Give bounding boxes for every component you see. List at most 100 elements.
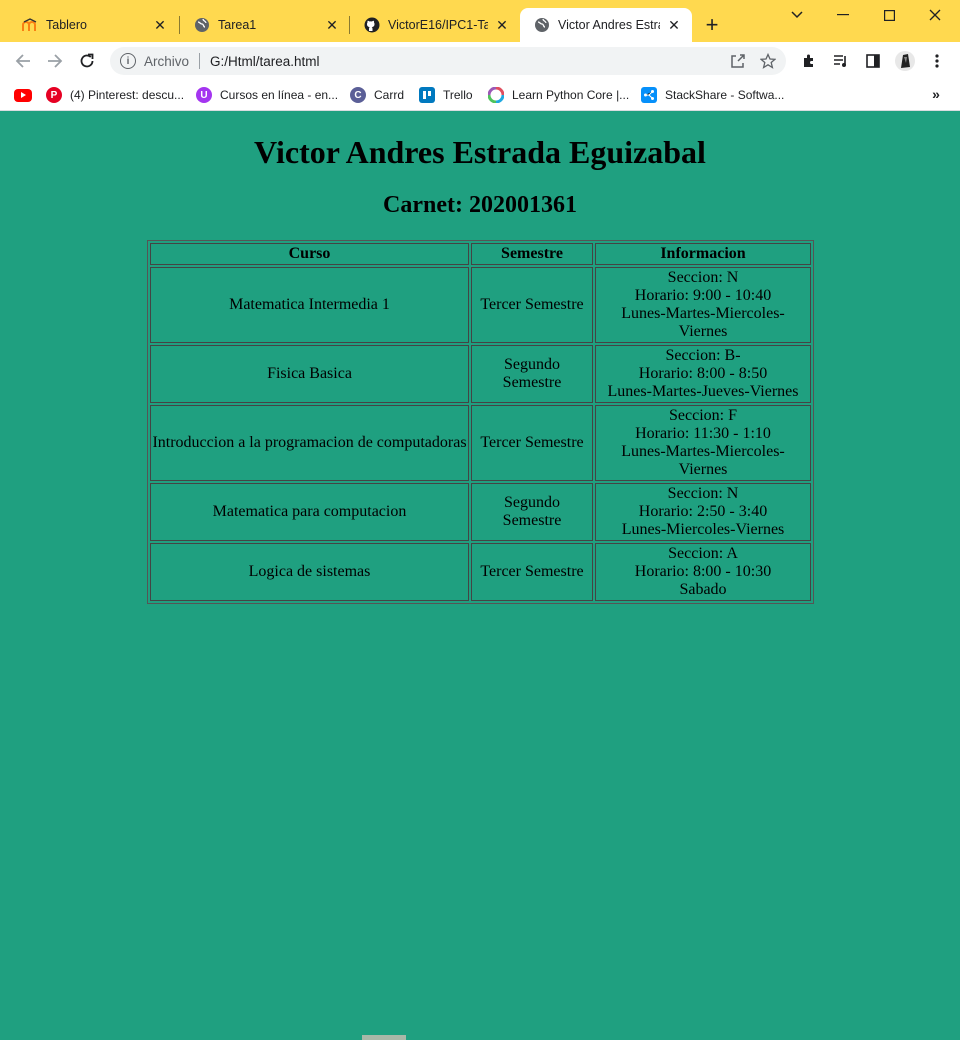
info-dias: Lunes-Martes-Miercoles-Viernes: [621, 443, 785, 478]
tab-tarea1[interactable]: Tarea1 ✕: [180, 8, 350, 42]
address-divider: [199, 53, 201, 69]
tab-tablero[interactable]: Tablero ✕: [8, 8, 178, 42]
bookmark-label: Learn Python Core |...: [512, 88, 630, 102]
column-header-informacion: Informacion: [595, 243, 811, 265]
close-icon[interactable]: ✕: [324, 17, 340, 33]
tab-strip: Tablero ✕ Tarea1 ✕ VictorE16/IPC1-Tare ✕…: [0, 0, 960, 42]
close-icon[interactable]: ✕: [666, 17, 682, 33]
share-icon[interactable]: [724, 47, 752, 75]
cell-semestre: Tercer Semestre: [471, 267, 593, 343]
close-icon[interactable]: ✕: [494, 17, 510, 33]
bookmark-carrd[interactable]: C Carrd: [350, 84, 404, 106]
cell-informacion: Seccion: N Horario: 9:00 - 10:40 Lunes-M…: [595, 267, 811, 343]
bookmark-label: Trello: [443, 88, 473, 102]
info-seccion: Seccion: N: [667, 485, 739, 502]
close-icon[interactable]: ✕: [152, 17, 168, 33]
media-queue-icon[interactable]: [828, 48, 854, 74]
taskbar-hint: [362, 1035, 406, 1040]
info-seccion: Seccion: N: [667, 269, 739, 286]
column-header-curso: Curso: [150, 243, 469, 265]
cell-curso: Fisica Basica: [150, 345, 469, 403]
page-title: Victor Andres Estrada Eguizabal: [254, 134, 706, 170]
info-horario: Horario: 2:50 - 3:40: [638, 503, 768, 520]
tab-active-page[interactable]: Victor Andres Estrad ✕: [520, 8, 692, 42]
bookmark-sololearn[interactable]: Learn Python Core |...: [488, 84, 629, 106]
stackshare-icon: [641, 87, 657, 103]
table-row: Introduccion a la programacion de comput…: [150, 405, 811, 481]
carrd-icon: C: [350, 87, 366, 103]
cell-informacion: Seccion: N Horario: 2:50 - 3:40 Lunes-Mi…: [595, 483, 811, 541]
bookmark-youtube[interactable]: [14, 84, 40, 106]
bookmark-udemy[interactable]: U Cursos en línea - en...: [196, 84, 338, 106]
minimize-button[interactable]: [820, 0, 866, 30]
cell-semestre: Tercer Semestre: [471, 543, 593, 601]
bookmark-pinterest[interactable]: P (4) Pinterest: descu...: [46, 84, 184, 106]
cell-semestre: Segundo Semestre: [471, 483, 593, 541]
address-scheme-label: Archivo: [144, 53, 190, 69]
table-header-row: Curso Semestre Informacion: [150, 243, 811, 265]
cell-informacion: Seccion: F Horario: 11:30 - 1:10 Lunes-M…: [595, 405, 811, 481]
profile-avatar[interactable]: [892, 48, 918, 74]
info-icon[interactable]: i: [120, 53, 136, 69]
menu-icon[interactable]: [924, 48, 950, 74]
browser-toolbar: i Archivo G:/Html/tarea.html: [0, 42, 960, 80]
tab-label: Tarea1: [218, 18, 257, 32]
new-tab-button[interactable]: +: [700, 12, 724, 37]
table-row: Matematica Intermedia 1 Tercer Semestre …: [150, 267, 811, 343]
youtube-icon: [14, 88, 32, 102]
cell-curso: Introduccion a la programacion de comput…: [150, 405, 469, 481]
info-horario: Horario: 11:30 - 1:10: [635, 425, 771, 442]
pinterest-icon: P: [46, 87, 62, 103]
globe-icon: [534, 17, 550, 33]
cell-curso: Logica de sistemas: [150, 543, 469, 601]
column-header-semestre: Semestre: [471, 243, 593, 265]
github-icon: [364, 17, 380, 33]
courses-table: Curso Semestre Informacion Matematica In…: [147, 240, 814, 604]
info-horario: Horario: 9:00 - 10:40: [634, 287, 772, 304]
table-row: Fisica Basica Segundo Semestre Seccion: …: [150, 345, 811, 403]
extensions-icon[interactable]: [796, 48, 822, 74]
bookmark-label: Cursos en línea - en...: [220, 88, 339, 102]
reload-button[interactable]: [72, 46, 102, 76]
side-panel-icon[interactable]: [860, 48, 886, 74]
forward-button[interactable]: [40, 46, 70, 76]
bookmarks-overflow-icon[interactable]: »: [926, 84, 946, 104]
udemy-icon: U: [196, 87, 212, 103]
cell-semestre: Tercer Semestre: [471, 405, 593, 481]
tab-github[interactable]: VictorE16/IPC1-Tare ✕: [350, 8, 520, 42]
cell-curso: Matematica para computacion: [150, 483, 469, 541]
bookmark-label: Carrd: [374, 88, 405, 102]
globe-icon: [194, 17, 210, 33]
bookmark-star-icon[interactable]: [754, 47, 782, 75]
tab-label: Tablero: [46, 18, 87, 32]
bookmarks-bar: P (4) Pinterest: descu... U Cursos en lí…: [0, 80, 960, 111]
maximize-button[interactable]: [866, 0, 912, 30]
bookmark-label: StackShare - Softwa...: [665, 88, 785, 102]
info-seccion: Seccion: A: [668, 545, 738, 562]
tab-label: VictorE16/IPC1-Tare: [388, 18, 488, 32]
table-row: Logica de sistemas Tercer Semestre Secci…: [150, 543, 811, 601]
tab-search-icon[interactable]: [774, 0, 820, 30]
address-bar[interactable]: i Archivo G:/Html/tarea.html: [110, 47, 786, 75]
info-dias: Lunes-Martes-Jueves-Viernes: [607, 383, 799, 400]
cell-curso: Matematica Intermedia 1: [150, 267, 469, 343]
info-horario: Horario: 8:00 - 10:30: [634, 563, 772, 580]
cell-informacion: Seccion: A Horario: 8:00 - 10:30 Sabado: [595, 543, 811, 601]
tab-label: Victor Andres Estrad: [558, 18, 660, 32]
info-dias: Sabado: [679, 581, 727, 598]
moodle-icon: [22, 17, 38, 33]
address-url[interactable]: G:/Html/tarea.html: [210, 54, 320, 69]
info-seccion: Seccion: B-: [665, 347, 741, 364]
info-dias: Lunes-Martes-Miercoles-Viernes: [621, 305, 785, 340]
bookmark-trello[interactable]: Trello: [419, 84, 473, 106]
window-close-button[interactable]: [912, 0, 958, 30]
cell-semestre: Segundo Semestre: [471, 345, 593, 403]
bookmark-stackshare[interactable]: StackShare - Softwa...: [641, 84, 784, 106]
sololearn-icon: [488, 87, 504, 103]
page-content: Victor Andres Estrada Eguizabal Carnet: …: [0, 112, 960, 1040]
table-row: Matematica para computacion Segundo Seme…: [150, 483, 811, 541]
info-horario: Horario: 8:00 - 8:50: [638, 365, 768, 382]
info-seccion: Seccion: F: [669, 407, 737, 424]
back-button[interactable]: [8, 46, 38, 76]
page-subtitle: Carnet: 202001361: [383, 192, 577, 218]
